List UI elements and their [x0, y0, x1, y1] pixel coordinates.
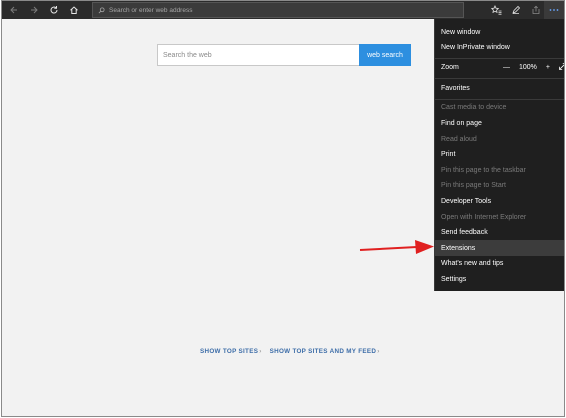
favorites-button[interactable]	[486, 1, 506, 19]
browser-window: Search or enter web address Search the w…	[1, 0, 565, 417]
menu-item-open-ie[interactable]: Open with Internet Explorer	[435, 210, 564, 225]
share-icon	[532, 5, 540, 14]
menu-item-pin-start[interactable]: Pin this page to Start	[435, 178, 564, 193]
address-placeholder: Search or enter web address	[109, 6, 193, 14]
menu-item-read-aloud[interactable]: Read aloud	[435, 132, 564, 147]
more-actions-button[interactable]	[544, 1, 564, 19]
fullscreen-button[interactable]	[559, 63, 564, 72]
home-button[interactable]	[64, 1, 84, 19]
menu-item-new-window[interactable]: New window	[435, 25, 564, 40]
menu-item-find-on-page[interactable]: Find on page	[435, 116, 564, 131]
menu-item-pin-taskbar[interactable]: Pin this page to the taskbar	[435, 163, 564, 178]
share-button[interactable]	[526, 1, 546, 19]
back-arrow-icon	[10, 6, 17, 14]
menu-item-extensions[interactable]: Extensions	[435, 240, 564, 256]
zoom-controls: — 100% +	[503, 60, 564, 75]
show-top-sites-and-feed-link[interactable]: SHOW TOP SITES AND MY FEED›	[270, 348, 380, 355]
forward-button[interactable]	[24, 1, 44, 19]
menu-item-new-inprivate-window[interactable]: New InPrivate window	[435, 40, 564, 55]
menu-item-send-feedback[interactable]: Send feedback	[435, 225, 564, 240]
search-input[interactable]: Search the web	[157, 44, 360, 66]
zoom-level: 100%	[519, 64, 537, 71]
address-bar[interactable]: Search or enter web address	[92, 2, 464, 18]
menu-item-favorites[interactable]: Favorites	[435, 81, 564, 96]
search-icon	[98, 6, 105, 14]
zoom-in-button[interactable]: +	[546, 64, 550, 71]
browser-toolbar: Search or enter web address	[2, 1, 564, 19]
refresh-button[interactable]	[44, 1, 64, 19]
fullscreen-icon	[559, 63, 564, 70]
menu-item-whats-new[interactable]: What's new and tips	[435, 256, 564, 271]
menu-item-cast-media[interactable]: Cast media to device	[435, 100, 564, 115]
menu-item-print[interactable]: Print	[435, 147, 564, 162]
red-pointer-arrow-icon	[359, 240, 434, 254]
pen-icon	[512, 5, 521, 14]
web-note-button[interactable]	[506, 1, 526, 19]
ellipsis-icon	[549, 9, 559, 11]
zoom-label: Zoom	[441, 64, 459, 71]
star-list-icon	[490, 5, 501, 15]
forward-arrow-icon	[31, 6, 38, 14]
back-button[interactable]	[4, 1, 24, 19]
menu-item-developer-tools[interactable]: Developer Tools	[435, 194, 564, 209]
home-icon	[70, 6, 78, 14]
top-sites-links: SHOW TOP SITES› SHOW TOP SITES AND MY FE…	[200, 348, 380, 355]
menu-divider	[435, 78, 564, 79]
refresh-icon	[50, 6, 58, 14]
zoom-out-button[interactable]: —	[503, 64, 510, 71]
web-search-box: Search the web web search	[157, 44, 411, 66]
web-search-button[interactable]: web search	[359, 44, 411, 66]
show-top-sites-link[interactable]: SHOW TOP SITES›	[200, 348, 262, 355]
menu-item-settings[interactable]: Settings	[435, 272, 564, 287]
menu-item-zoom: Zoom — 100% +	[435, 60, 564, 75]
menu-divider	[435, 58, 564, 59]
more-actions-menu: New window New InPrivate window Zoom — 1…	[434, 19, 564, 291]
